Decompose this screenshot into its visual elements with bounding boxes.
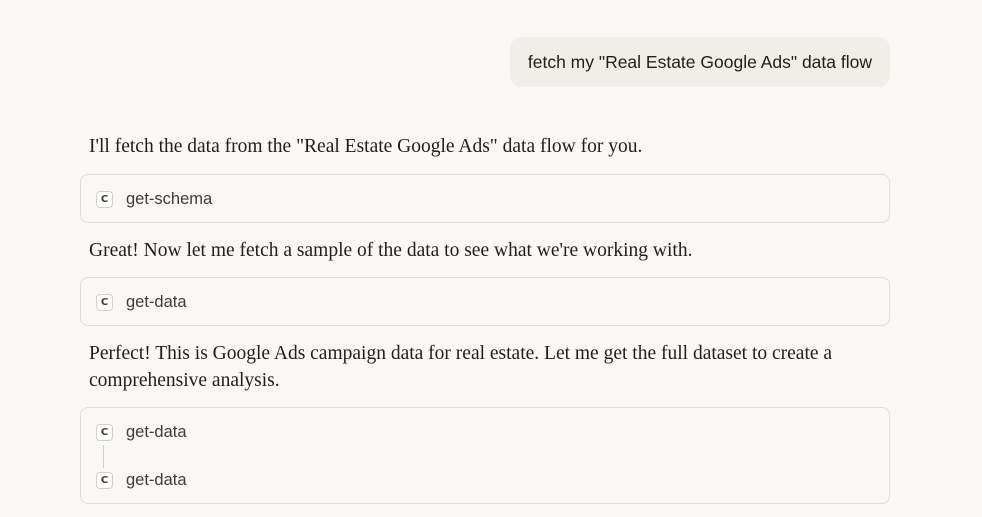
tool-call-connector xyxy=(103,445,104,468)
tool-call-icon: C xyxy=(96,471,113,489)
tool-call-row[interactable]: C get-data xyxy=(96,422,187,442)
tool-call-row[interactable]: C get-schema xyxy=(96,189,212,209)
tool-call-row[interactable]: C get-data xyxy=(96,292,187,312)
tool-call-label: get-data xyxy=(126,422,187,441)
tool-call-label: get-schema xyxy=(126,189,213,208)
tool-call-icon: C xyxy=(96,423,113,441)
tool-call-block-3[interactable]: C get-data C get-data xyxy=(80,407,890,504)
assistant-message-1: I'll fetch the data from the "Real Estat… xyxy=(89,136,643,157)
tool-call-icon: C xyxy=(96,293,113,311)
tool-call-label: get-data xyxy=(126,292,187,311)
tool-call-row[interactable]: C get-data xyxy=(96,470,187,490)
user-message-text: fetch my "Real Estate Google Ads" data f… xyxy=(527,51,872,72)
assistant-message-2: Great! Now let me fetch a sample of the … xyxy=(89,240,693,261)
assistant-message-3: Perfect! This is Google Ads campaign dat… xyxy=(89,343,833,391)
user-message-bubble: fetch my "Real Estate Google Ads" data f… xyxy=(509,37,890,87)
tool-call-icon: C xyxy=(96,190,113,208)
tool-call-block-2[interactable]: C get-data xyxy=(80,277,890,326)
tool-call-block-1[interactable]: C get-schema xyxy=(80,174,890,223)
tool-call-label: get-data xyxy=(126,470,187,489)
